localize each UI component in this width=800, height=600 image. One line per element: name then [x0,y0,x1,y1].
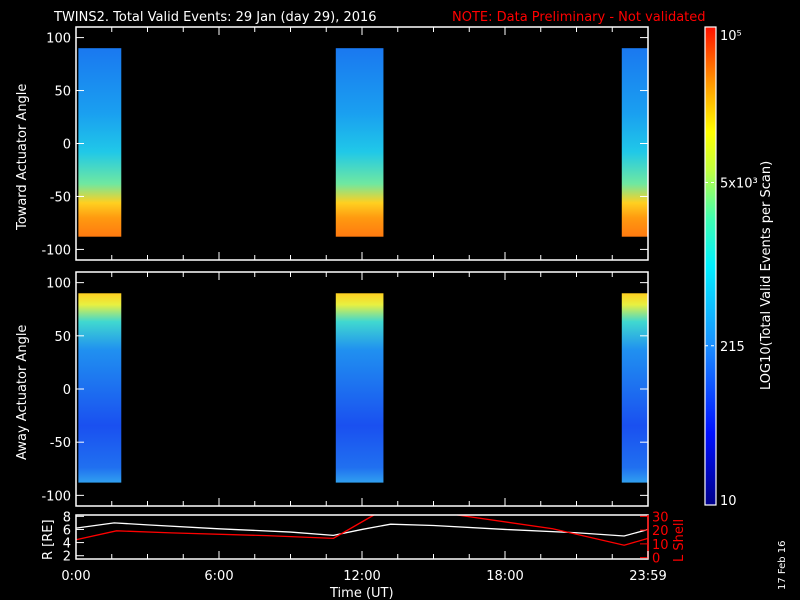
panel-1-ytick-label: 0 [63,138,71,153]
panel-2-data-block-2 [335,293,384,483]
ephemeris-left-tick-label: 8 [63,510,71,525]
chart-title: TWINS2. Total Valid Events: 29 Jan (day … [53,10,377,25]
ephemeris-right-tick-label: 10 [652,538,669,553]
colorbar-tick-label: 10⁵ [720,29,742,44]
x-tick-label: 6:00 [204,569,233,584]
panel-1-ytick-label: 50 [54,85,71,100]
panel-1-ylabel: Toward Actuator Angle [15,84,30,231]
x-axis-label: Time (UT) [329,586,394,600]
ephemeris-right-tick-label: 30 [652,510,669,525]
twins-figure: 100500-50-100100500-50-100 102155x10³10⁵2… [15,10,788,600]
ephemeris-line-1 [75,522,649,537]
x-tick-label: 18:00 [486,569,523,584]
panel-2-ytick-label: 0 [63,383,71,398]
panel-1-ytick-label: -50 [50,190,71,205]
ephemeris-line-2 [75,514,375,541]
panel-1-ytick-label: 100 [46,32,71,47]
colorbar-tick-label: 5x10³ [720,176,758,191]
chart-note: NOTE: Data Preliminary - Not validated [452,10,706,25]
panel-2-ytick-label: -50 [50,436,71,451]
ephemeris-left-label: R [RE] [41,519,56,560]
ephemeris-left-tick-label: 2 [63,550,71,565]
panel-1-ytick-label: -100 [41,243,71,258]
colorbar-tick-label: 10 [720,494,737,509]
date-stamp: 17 Feb 16 [777,540,788,590]
ephemeris-left-tick-label: 6 [63,523,71,538]
panel-2-ytick-label: 50 [54,330,71,345]
colorbar [704,26,717,506]
ephemeris-right-label: L Shell [672,519,687,562]
x-tick-label: 12:00 [343,569,380,584]
panel-1-data-block-1 [78,48,122,237]
panel-2-ylabel: Away Actuator Angle [15,325,30,460]
colorbar-tick-label: 215 [720,340,745,355]
panel-2-ytick-label: -100 [41,489,71,504]
panel-2-ytick-label: 100 [46,277,71,292]
panel-2-data-block-3 [621,293,648,483]
ephemeris-left-tick-label: 4 [63,537,71,552]
ephemeris-right-tick-label: 0 [652,552,660,567]
ephemeris-right-tick-label: 20 [652,524,669,539]
x-tick-label: 0:00 [61,569,90,584]
panel-1-data-block-2 [335,48,384,237]
x-tick-label: 23:59 [629,569,666,584]
ephemeris-line-3 [457,514,649,546]
colorbar-label: LOG10(Total Valid Events per Scan) [759,161,774,390]
panel-1-data-block-3 [621,48,648,237]
panel-2-data-block-1 [78,293,122,483]
